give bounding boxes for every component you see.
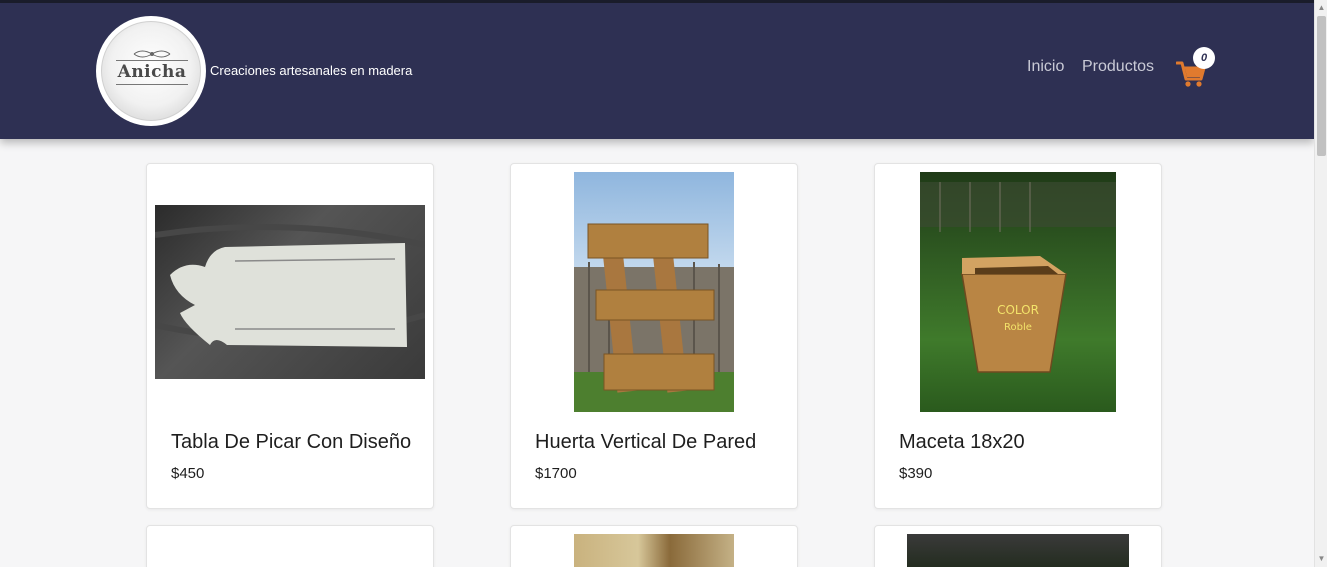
product-price: $1700 [535, 465, 577, 482]
product-card[interactable] [146, 525, 434, 567]
scroll-thumb[interactable] [1317, 16, 1326, 156]
product-price: $450 [171, 465, 205, 482]
product-image[interactable] [574, 534, 734, 567]
logo-emblem: Anicha [101, 21, 201, 121]
planter-photo: COLOR Roble [920, 182, 1116, 373]
product-title[interactable]: Huerta Vertical De Pared [535, 431, 756, 454]
product-title[interactable]: Maceta 18x20 [899, 431, 1025, 454]
product-image[interactable] [907, 534, 1129, 567]
logo[interactable]: Anicha [96, 16, 206, 126]
product-title[interactable]: Tabla De Picar Con Diseño [171, 431, 411, 454]
scroll-up-arrow-icon[interactable]: ▲ [1315, 1, 1327, 15]
product-card[interactable]: Tabla De Picar Con Diseño $450 [146, 163, 434, 509]
product-price: $390 [899, 465, 933, 482]
page-scrollbar[interactable]: ▲ ▼ [1314, 0, 1327, 567]
logo-rule-bottom [116, 84, 188, 85]
scroll-down-arrow-icon[interactable]: ▼ [1315, 552, 1327, 566]
product-card[interactable]: COLOR Roble Maceta 18x20 $390 [874, 163, 1162, 509]
site-tagline: Creaciones artesanales en madera [210, 63, 413, 78]
product-card[interactable] [874, 525, 1162, 567]
product-image-vertical-garden[interactable] [574, 172, 734, 412]
cutting-board-photo [155, 224, 425, 347]
svg-text:Roble: Roble [1004, 322, 1032, 333]
logo-rule-top [116, 60, 188, 61]
nav-link-inicio[interactable]: Inicio [1027, 58, 1064, 76]
vertical-garden-photo [574, 223, 734, 412]
nav-link-productos[interactable]: Productos [1082, 58, 1154, 76]
svg-text:COLOR: COLOR [997, 303, 1039, 317]
product-card[interactable] [510, 525, 798, 567]
site-header: Anicha Creaciones artesanales en madera … [0, 3, 1314, 139]
product-image-planter[interactable]: COLOR Roble [920, 172, 1116, 412]
product-image-cutting-board[interactable] [155, 205, 425, 379]
cart-count-badge: 0 [1193, 47, 1215, 69]
logo-text: Anicha [117, 62, 187, 82]
product-card[interactable]: Huerta Vertical De Pared $1700 [510, 163, 798, 509]
